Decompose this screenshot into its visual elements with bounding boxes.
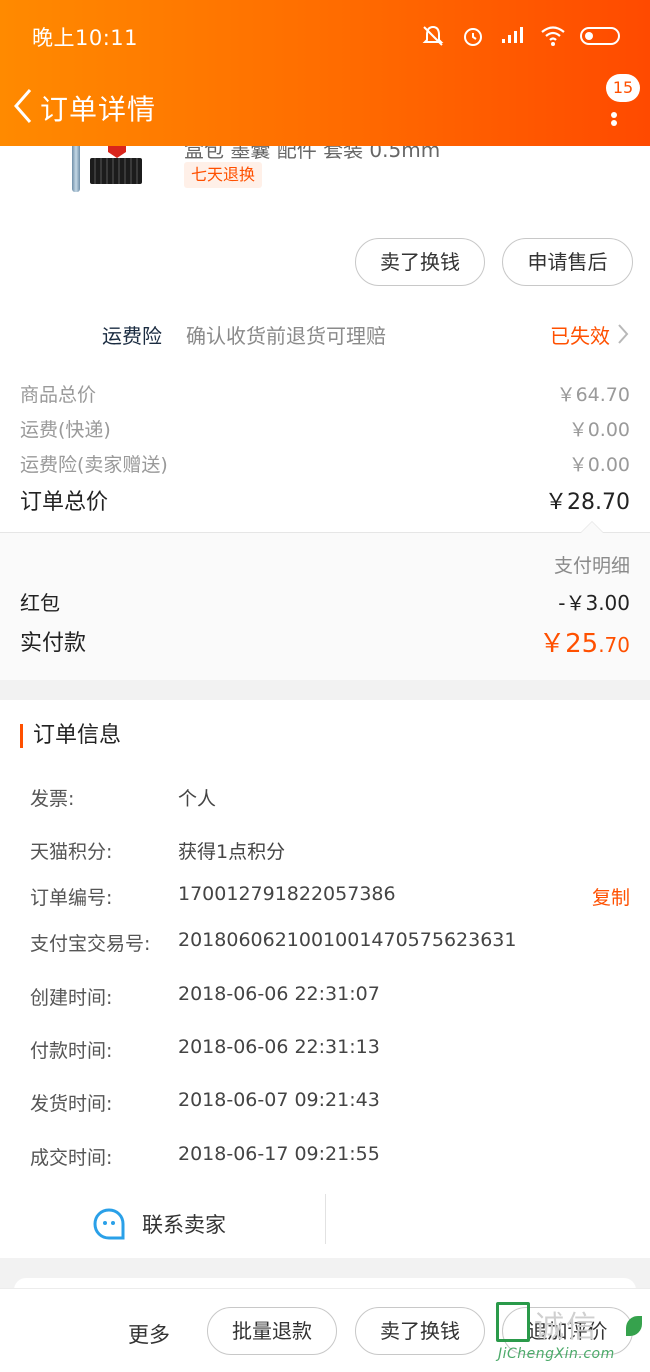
info-key: 订单编号: (30, 887, 113, 909)
order-total-row: 订单总价 ￥28.70 (20, 484, 630, 518)
info-key: 支付宝交易号: (30, 933, 151, 955)
battery-icon (580, 27, 620, 45)
watermark-logo-icon (496, 1302, 530, 1342)
freight-insurance-desc: 确认收货前退货可理赔 (186, 324, 386, 348)
watermark-url: JiChengXin.com (498, 1346, 615, 1362)
vertical-divider (325, 1194, 326, 1244)
price-row-goods: 商品总价 ￥64.70 (20, 380, 630, 410)
freight-insurance-status: 已失效 (550, 324, 610, 348)
freight-insurance-label: 运费险 (102, 324, 162, 348)
info-value: 2018-06-06 22:31:07 (178, 983, 380, 1005)
info-value: 个人 (178, 788, 217, 810)
nav-bar: 订单详情 15 (0, 70, 650, 146)
info-key: 付款时间: (30, 1040, 113, 1062)
pen-image (72, 146, 80, 192)
more-dots-icon (611, 112, 617, 118)
info-value: 2018-06-07 09:21:43 (178, 1089, 380, 1111)
info-key: 天猫积分: (30, 841, 113, 863)
product-title: 盒包 墨囊 配件 套装 0.5mm (184, 146, 441, 162)
copy-order-number-button[interactable]: 复制 (592, 883, 630, 910)
chat-bubble-icon (93, 1208, 125, 1240)
watermark-text: 诚信 (534, 1310, 598, 1345)
chevron-right-icon (618, 324, 629, 344)
payment-detail-box: 支付明细 红包 -￥3.00 实付款 ￥25.70 (0, 521, 650, 680)
actual-paid-decimal: .70 (598, 633, 630, 657)
info-value: 2018-06-17 09:21:55 (178, 1143, 380, 1165)
more-actions-button[interactable]: 更多 (128, 1319, 170, 1349)
info-key: 发货时间: (30, 1093, 113, 1115)
contact-seller-label: 联系卖家 (142, 1213, 226, 1237)
status-icons (420, 22, 620, 50)
info-key: 发票: (30, 788, 75, 810)
info-key: 创建时间: (30, 987, 113, 1009)
wifi-icon (541, 26, 565, 46)
caret-up-icon (580, 521, 604, 533)
info-row-created-time: 创建时间: 2018-06-06 22:31:07 (30, 983, 630, 1013)
back-button[interactable] (8, 86, 38, 126)
ink-cartridge-image (90, 158, 142, 184)
status-bar: 晚上10:11 (0, 0, 650, 70)
order-total-value: ￥28.70 (545, 490, 630, 515)
more-dots-icon (611, 120, 617, 126)
contact-seller-button[interactable]: 联系卖家 (92, 1204, 226, 1244)
order-info-section: 订单信息 发票: 个人 天猫积分: 获得1点积分 订单编号: 170012791… (0, 700, 650, 1260)
header: 晚上10:11 订单详情 15 (0, 0, 650, 146)
info-row-points: 天猫积分: 获得1点积分 (30, 837, 630, 867)
price-row-insurance: 运费险(卖家赠送) ￥0.00 (20, 450, 630, 480)
freight-insurance-row[interactable]: 运费险 确认收货前退货可理赔 已失效 (0, 310, 650, 356)
item-actions: 卖了换钱 申请售后 (0, 238, 650, 286)
red-packet-row: 红包 -￥3.00 (20, 587, 630, 616)
mute-bell-icon (422, 25, 444, 46)
info-row-alipay-number: 支付宝交易号: 2018060621001001470575623631 (30, 929, 630, 959)
order-info-title: 订单信息 (20, 724, 121, 748)
status-time: 晚上10:11 (32, 26, 139, 50)
apply-after-sale-button[interactable]: 申请售后 (502, 238, 633, 286)
info-value: 2018060621001001470575623631 (178, 929, 517, 951)
red-packet-label: 红包 (20, 591, 60, 615)
price-label: 运费(快递) (20, 419, 111, 441)
product-item[interactable]: 盒包 墨囊 配件 套装 0.5mm 七天退换 (0, 146, 650, 232)
product-thumbnail (70, 146, 150, 198)
contact-row: 联系卖家 (0, 1194, 650, 1254)
section-divider (0, 680, 650, 700)
page-title: 订单详情 (40, 93, 157, 126)
info-value: 170012791822057386 (178, 883, 396, 905)
info-row-order-number: 订单编号: 170012791822057386 复制 (30, 883, 630, 913)
info-key: 成交时间: (30, 1147, 113, 1169)
promo-tag-icon (108, 146, 126, 158)
chevron-left-icon (14, 89, 32, 123)
price-value: ￥0.00 (568, 454, 630, 476)
order-total-label: 订单总价 (20, 490, 109, 515)
info-value: 2018-06-06 22:31:13 (178, 1036, 380, 1058)
price-value: ￥64.70 (556, 384, 630, 406)
site-watermark: 诚信 JiChengXin.com (496, 1300, 646, 1370)
return-policy-badge: 七天退换 (184, 162, 263, 188)
sell-button[interactable]: 卖了换钱 (355, 238, 485, 286)
actual-paid-label: 实付款 (20, 631, 87, 656)
actual-paid-integer: ￥25 (539, 629, 599, 659)
sell-bottom-button[interactable]: 卖了换钱 (355, 1307, 485, 1355)
actual-paid-row: 实付款 ￥25.70 (20, 623, 630, 660)
price-row-shipping: 运费(快递) ￥0.00 (20, 415, 630, 445)
info-row-paid-time: 付款时间: 2018-06-06 22:31:13 (30, 1036, 630, 1066)
payment-detail-link[interactable]: 支付明细 (554, 551, 630, 578)
batch-refund-button[interactable]: 批量退款 (207, 1307, 337, 1355)
actual-paid-value: ￥25.70 (539, 623, 630, 660)
leaf-icon (626, 1316, 642, 1336)
info-row-completed-time: 成交时间: 2018-06-17 09:21:55 (30, 1143, 630, 1173)
info-row-shipped-time: 发货时间: 2018-06-07 09:21:43 (30, 1089, 630, 1119)
red-packet-value: -￥3.00 (558, 591, 630, 615)
info-value: 获得1点积分 (178, 841, 286, 863)
price-value: ￥0.00 (568, 419, 630, 441)
info-row-invoice: 发票: 个人 (30, 784, 630, 814)
price-label: 商品总价 (20, 384, 97, 406)
more-menu-button[interactable] (602, 96, 626, 126)
alarm-icon (464, 28, 482, 46)
price-label: 运费险(卖家赠送) (20, 454, 168, 476)
signal-icon (502, 27, 523, 43)
